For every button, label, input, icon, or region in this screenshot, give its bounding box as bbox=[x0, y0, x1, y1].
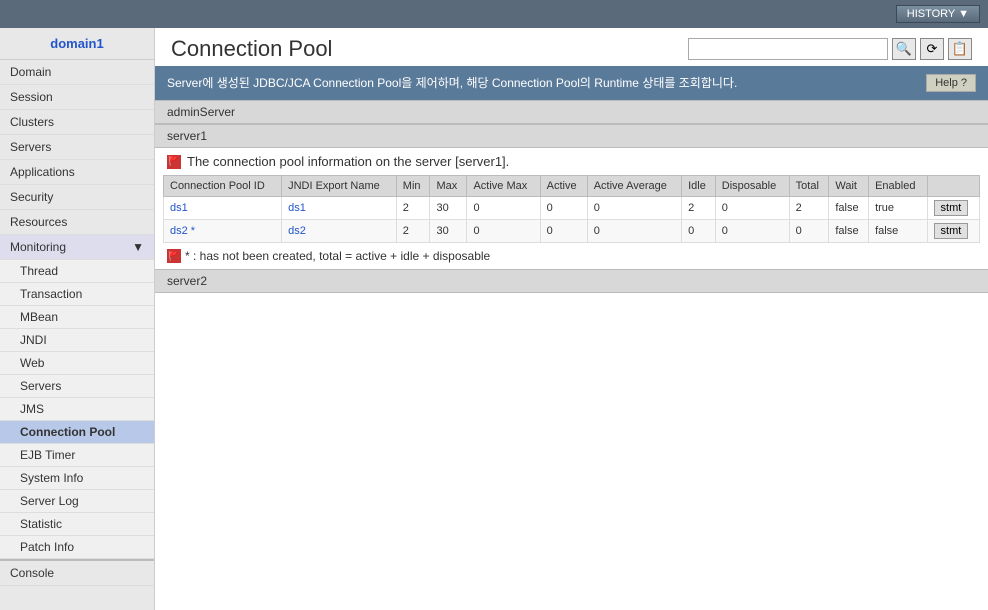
cell-max: 30 bbox=[430, 220, 467, 243]
col-active-avg: Active Average bbox=[587, 176, 681, 197]
col-disposable: Disposable bbox=[715, 176, 789, 197]
pool-id-link[interactable]: ds1 bbox=[170, 202, 188, 214]
sidebar-console[interactable]: Console bbox=[0, 559, 154, 586]
domain-label[interactable]: domain1 bbox=[0, 28, 154, 60]
col-actions bbox=[927, 176, 979, 197]
table-row: ds2 * ds2 2 30 0 0 0 0 0 0 false false s… bbox=[164, 220, 980, 243]
cell-max: 30 bbox=[430, 197, 467, 220]
cell-active: 0 bbox=[540, 197, 587, 220]
server-header-admin: adminServer bbox=[155, 100, 988, 124]
cell-disposable: 0 bbox=[715, 197, 789, 220]
cell-wait: false bbox=[829, 220, 869, 243]
col-jndi: JNDI Export Name bbox=[282, 176, 397, 197]
chevron-down-icon: ▼ bbox=[132, 240, 144, 254]
cp-note: 🚩 * : has not been created, total = acti… bbox=[155, 243, 988, 269]
cell-active: 0 bbox=[540, 220, 587, 243]
col-pool-id: Connection Pool ID bbox=[164, 176, 282, 197]
server-header-server1: server1 bbox=[155, 124, 988, 148]
sidebar-sub-jndi[interactable]: JNDI bbox=[0, 329, 154, 352]
connection-pool-table: Connection Pool ID JNDI Export Name Min … bbox=[163, 175, 980, 243]
cp-section-title: The connection pool information on the s… bbox=[187, 154, 509, 169]
cp-note-text: * : has not been created, total = active… bbox=[185, 249, 490, 263]
content-header: Connection Pool 🔍 ⟳ 📋 bbox=[155, 28, 988, 66]
cell-active-avg: 0 bbox=[587, 220, 681, 243]
sidebar-sub-mbean[interactable]: MBean bbox=[0, 306, 154, 329]
sidebar-sub-jms[interactable]: JMS bbox=[0, 398, 154, 421]
sidebar-sub-servers-mon[interactable]: Servers bbox=[0, 375, 154, 398]
cell-idle: 0 bbox=[682, 220, 716, 243]
cell-total: 2 bbox=[789, 197, 829, 220]
search-button[interactable]: 🔍 bbox=[892, 38, 916, 60]
search-bar: 🔍 ⟳ 📋 bbox=[688, 38, 972, 60]
main-layout: domain1 Domain Session Clusters Servers … bbox=[0, 28, 988, 610]
top-bar: HISTORY ▼ bbox=[0, 0, 988, 28]
search-input[interactable] bbox=[688, 38, 888, 60]
sidebar-monitoring-label: Monitoring bbox=[10, 240, 66, 254]
pool-id-link[interactable]: ds2 * bbox=[170, 225, 195, 237]
cell-idle: 2 bbox=[682, 197, 716, 220]
col-min: Min bbox=[396, 176, 430, 197]
server-header-server2: server2 bbox=[155, 269, 988, 293]
col-active: Active bbox=[540, 176, 587, 197]
cell-min: 2 bbox=[396, 220, 430, 243]
sidebar-sub-server-log[interactable]: Server Log bbox=[0, 490, 154, 513]
col-wait: Wait bbox=[829, 176, 869, 197]
history-button[interactable]: HISTORY ▼ bbox=[896, 5, 980, 23]
stmt-button[interactable]: stmt bbox=[934, 223, 969, 239]
cell-active-max: 0 bbox=[467, 197, 540, 220]
col-max: Max bbox=[430, 176, 467, 197]
table-row: ds1 ds1 2 30 0 0 0 2 0 2 false true stmt bbox=[164, 197, 980, 220]
sidebar-monitoring-section[interactable]: Monitoring ▼ bbox=[0, 235, 154, 260]
table-container: Connection Pool ID JNDI Export Name Min … bbox=[155, 175, 988, 243]
sidebar-sub-statistic[interactable]: Statistic bbox=[0, 513, 154, 536]
sidebar-item-applications[interactable]: Applications bbox=[0, 160, 154, 185]
col-enabled: Enabled bbox=[869, 176, 927, 197]
refresh-button[interactable]: ⟳ bbox=[920, 38, 944, 60]
sidebar-item-session[interactable]: Session bbox=[0, 85, 154, 110]
sidebar-sub-transaction[interactable]: Transaction bbox=[0, 283, 154, 306]
cell-wait: false bbox=[829, 197, 869, 220]
sidebar-sub-system-info[interactable]: System Info bbox=[0, 467, 154, 490]
cell-active-avg: 0 bbox=[587, 197, 681, 220]
sidebar-item-domain[interactable]: Domain bbox=[0, 60, 154, 85]
info-banner: Server에 생성된 JDBC/JCA Connection Pool을 제어… bbox=[155, 66, 988, 100]
jndi-link[interactable]: ds2 bbox=[288, 225, 306, 237]
help-button[interactable]: Help ? bbox=[926, 74, 976, 92]
sidebar-item-security[interactable]: Security bbox=[0, 185, 154, 210]
sidebar-sub-web[interactable]: Web bbox=[0, 352, 154, 375]
export-button[interactable]: 📋 bbox=[948, 38, 972, 60]
sidebar-item-clusters[interactable]: Clusters bbox=[0, 110, 154, 135]
note-flag-icon: 🚩 bbox=[167, 249, 181, 263]
stmt-button[interactable]: stmt bbox=[934, 200, 969, 216]
cell-disposable: 0 bbox=[715, 220, 789, 243]
sidebar-sub-ejb-timer[interactable]: EJB Timer bbox=[0, 444, 154, 467]
cp-section-header: 🚩 The connection pool information on the… bbox=[155, 148, 988, 175]
cell-enabled: false bbox=[869, 220, 927, 243]
col-idle: Idle bbox=[682, 176, 716, 197]
col-total: Total bbox=[789, 176, 829, 197]
content-area: Connection Pool 🔍 ⟳ 📋 Server에 생성된 JDBC/J… bbox=[155, 28, 988, 610]
flag-icon: 🚩 bbox=[167, 155, 181, 169]
sidebar-item-resources[interactable]: Resources bbox=[0, 210, 154, 235]
col-active-max: Active Max bbox=[467, 176, 540, 197]
cell-active-max: 0 bbox=[467, 220, 540, 243]
sidebar-sub-connection-pool[interactable]: Connection Pool bbox=[0, 421, 154, 444]
page-title: Connection Pool bbox=[171, 36, 332, 62]
cell-enabled: true bbox=[869, 197, 927, 220]
jndi-link[interactable]: ds1 bbox=[288, 202, 306, 214]
cell-min: 2 bbox=[396, 197, 430, 220]
sidebar-sub-thread[interactable]: Thread bbox=[0, 260, 154, 283]
info-text: Server에 생성된 JDBC/JCA Connection Pool을 제어… bbox=[167, 74, 737, 91]
sidebar: domain1 Domain Session Clusters Servers … bbox=[0, 28, 155, 610]
sidebar-sub-patch-info[interactable]: Patch Info bbox=[0, 536, 154, 559]
cell-total: 0 bbox=[789, 220, 829, 243]
sidebar-item-servers[interactable]: Servers bbox=[0, 135, 154, 160]
